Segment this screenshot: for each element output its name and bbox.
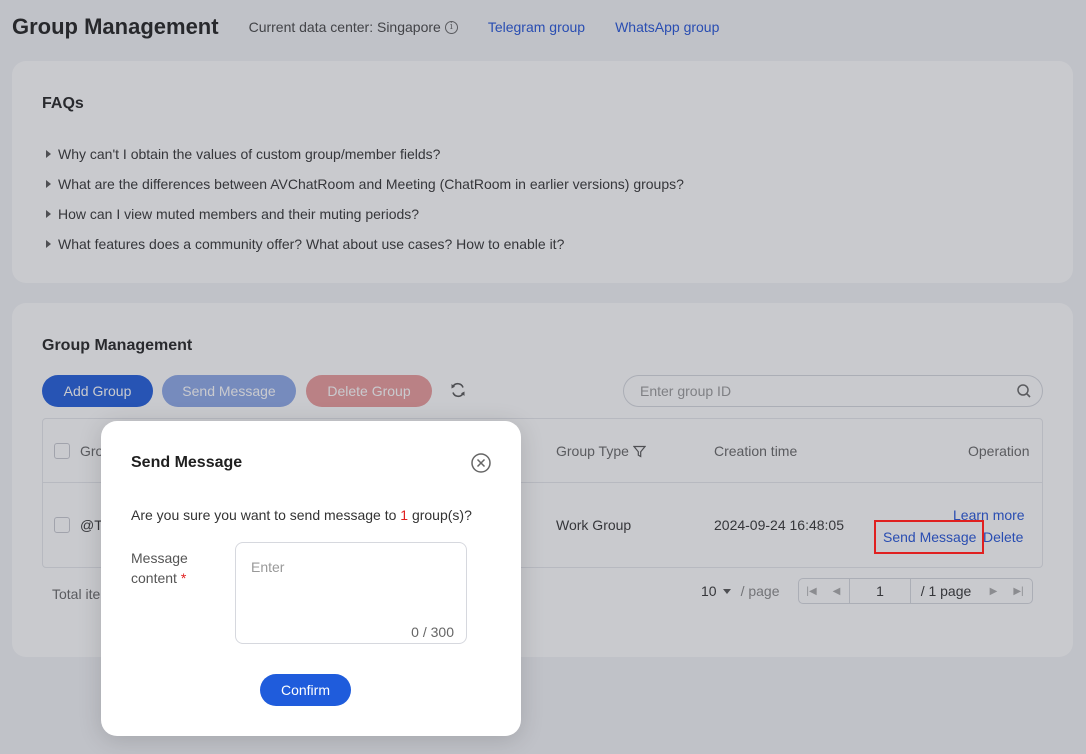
close-icon[interactable] bbox=[470, 452, 492, 474]
textarea-placeholder: Enter bbox=[251, 559, 285, 575]
message-content-label-text: Message content bbox=[131, 550, 188, 586]
character-count: 0 / 300 bbox=[411, 624, 454, 640]
required-mark: * bbox=[180, 570, 187, 586]
message-content-textarea[interactable]: Enter 0 / 300 bbox=[235, 542, 467, 644]
question-suffix: group(s)? bbox=[408, 507, 472, 523]
confirm-button[interactable]: Confirm bbox=[260, 674, 351, 706]
message-content-label: Message content * bbox=[131, 548, 211, 588]
dialog-title: Send Message bbox=[131, 454, 243, 471]
group-count: 1 bbox=[400, 507, 409, 523]
send-message-highlight bbox=[874, 520, 984, 554]
dialog-question: Are you sure you want to send message to… bbox=[131, 507, 472, 523]
question-prefix: Are you sure you want to send message to bbox=[131, 507, 401, 523]
send-message-dialog: Send Message Are you sure you want to se… bbox=[101, 421, 521, 736]
